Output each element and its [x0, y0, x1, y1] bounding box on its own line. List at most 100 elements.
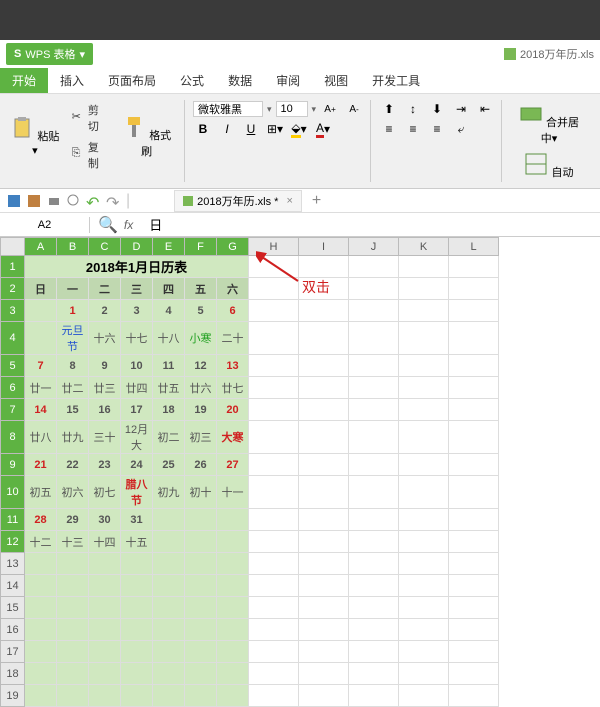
- fx-icon[interactable]: fx: [124, 218, 133, 232]
- cell-J16[interactable]: [349, 619, 399, 641]
- align-top-button[interactable]: ⬆: [379, 100, 399, 118]
- cell-J6[interactable]: [349, 377, 399, 399]
- cell-E8[interactable]: 初二: [153, 421, 185, 454]
- cell-J19[interactable]: [349, 685, 399, 707]
- cell-I11[interactable]: [299, 509, 349, 531]
- cell-H9[interactable]: [249, 454, 299, 476]
- cell-I8[interactable]: [299, 421, 349, 454]
- cell-K11[interactable]: [399, 509, 449, 531]
- outdent-button[interactable]: ⇤: [475, 100, 495, 118]
- cell-F15[interactable]: [185, 597, 217, 619]
- cell-L1[interactable]: [449, 256, 499, 278]
- cell-D16[interactable]: [121, 619, 153, 641]
- cell-G4[interactable]: 二十: [217, 322, 249, 355]
- cell-K19[interactable]: [399, 685, 449, 707]
- cell-C15[interactable]: [89, 597, 121, 619]
- cell-A5[interactable]: 7: [25, 355, 57, 377]
- cell-J17[interactable]: [349, 641, 399, 663]
- cell-J18[interactable]: [349, 663, 399, 685]
- cell-K12[interactable]: [399, 531, 449, 553]
- cell-A13[interactable]: [25, 553, 57, 575]
- tab-5[interactable]: 审阅: [264, 68, 312, 93]
- cell-I7[interactable]: [299, 399, 349, 421]
- column-header-L[interactable]: L: [449, 238, 499, 256]
- cell-D3[interactable]: 3: [121, 300, 153, 322]
- cell-A17[interactable]: [25, 641, 57, 663]
- cell-D2[interactable]: 三: [121, 278, 153, 300]
- cell-E11[interactable]: [153, 509, 185, 531]
- align-middle-button[interactable]: ↕: [403, 100, 423, 118]
- column-header-E[interactable]: E: [153, 238, 185, 256]
- cell-H14[interactable]: [249, 575, 299, 597]
- cell-G11[interactable]: [217, 509, 249, 531]
- cell-F8[interactable]: 初三: [185, 421, 217, 454]
- cell-L18[interactable]: [449, 663, 499, 685]
- tab-6[interactable]: 视图: [312, 68, 360, 93]
- cell-L9[interactable]: [449, 454, 499, 476]
- row-header-3[interactable]: 3: [1, 300, 25, 322]
- cell-B13[interactable]: [57, 553, 89, 575]
- cell-C10[interactable]: 初七: [89, 476, 121, 509]
- cell-G14[interactable]: [217, 575, 249, 597]
- cell-H13[interactable]: [249, 553, 299, 575]
- column-header-G[interactable]: G: [217, 238, 249, 256]
- cell-E7[interactable]: 18: [153, 399, 185, 421]
- cell-F4[interactable]: 小寒: [185, 322, 217, 355]
- cell-B15[interactable]: [57, 597, 89, 619]
- cell-K10[interactable]: [399, 476, 449, 509]
- cell-D13[interactable]: [121, 553, 153, 575]
- cell-J12[interactable]: [349, 531, 399, 553]
- tab-7[interactable]: 开发工具: [360, 68, 432, 93]
- cell-D9[interactable]: 24: [121, 454, 153, 476]
- cell-B3[interactable]: 1: [57, 300, 89, 322]
- document-tab[interactable]: 2018万年历.xls * ×: [174, 190, 302, 212]
- cell-K6[interactable]: [399, 377, 449, 399]
- row-header-1[interactable]: 1: [1, 256, 25, 278]
- cell-B12[interactable]: 十三: [57, 531, 89, 553]
- cell-A1[interactable]: 2018年1月日历表: [25, 256, 249, 278]
- cell-H5[interactable]: [249, 355, 299, 377]
- cut-button[interactable]: ✂ 剪切: [68, 100, 112, 136]
- row-header-6[interactable]: 6: [1, 377, 25, 399]
- cell-F14[interactable]: [185, 575, 217, 597]
- cell-G8[interactable]: 大寒: [217, 421, 249, 454]
- cell-K9[interactable]: [399, 454, 449, 476]
- cell-B17[interactable]: [57, 641, 89, 663]
- cell-E9[interactable]: 25: [153, 454, 185, 476]
- column-header-F[interactable]: F: [185, 238, 217, 256]
- cell-E4[interactable]: 十八: [153, 322, 185, 355]
- cell-C18[interactable]: [89, 663, 121, 685]
- app-logo[interactable]: S WPS 表格 ▾: [6, 43, 93, 65]
- cell-A3[interactable]: [25, 300, 57, 322]
- align-bottom-button[interactable]: ⬇: [427, 100, 447, 118]
- cell-H6[interactable]: [249, 377, 299, 399]
- fill-color-button[interactable]: ⬙▾: [289, 120, 309, 138]
- cell-F2[interactable]: 五: [185, 278, 217, 300]
- cell-F13[interactable]: [185, 553, 217, 575]
- cell-F7[interactable]: 19: [185, 399, 217, 421]
- cell-I9[interactable]: [299, 454, 349, 476]
- column-header-K[interactable]: K: [399, 238, 449, 256]
- column-header-B[interactable]: B: [57, 238, 89, 256]
- tab-3[interactable]: 公式: [168, 68, 216, 93]
- cell-D7[interactable]: 17: [121, 399, 153, 421]
- cell-F11[interactable]: [185, 509, 217, 531]
- cell-L10[interactable]: [449, 476, 499, 509]
- cell-H19[interactable]: [249, 685, 299, 707]
- row-header-13[interactable]: 13: [1, 553, 25, 575]
- row-header-12[interactable]: 12: [1, 531, 25, 553]
- cell-L15[interactable]: [449, 597, 499, 619]
- cell-A4[interactable]: [25, 322, 57, 355]
- row-header-8[interactable]: 8: [1, 421, 25, 454]
- cell-E6[interactable]: 廿五: [153, 377, 185, 399]
- cell-I1[interactable]: [299, 256, 349, 278]
- cell-J4[interactable]: [349, 322, 399, 355]
- cell-H18[interactable]: [249, 663, 299, 685]
- cell-A14[interactable]: [25, 575, 57, 597]
- cell-E19[interactable]: [153, 685, 185, 707]
- cell-J10[interactable]: [349, 476, 399, 509]
- row-header-17[interactable]: 17: [1, 641, 25, 663]
- cell-C14[interactable]: [89, 575, 121, 597]
- border-button[interactable]: ⊞▾: [265, 120, 285, 138]
- cell-L2[interactable]: [449, 278, 499, 300]
